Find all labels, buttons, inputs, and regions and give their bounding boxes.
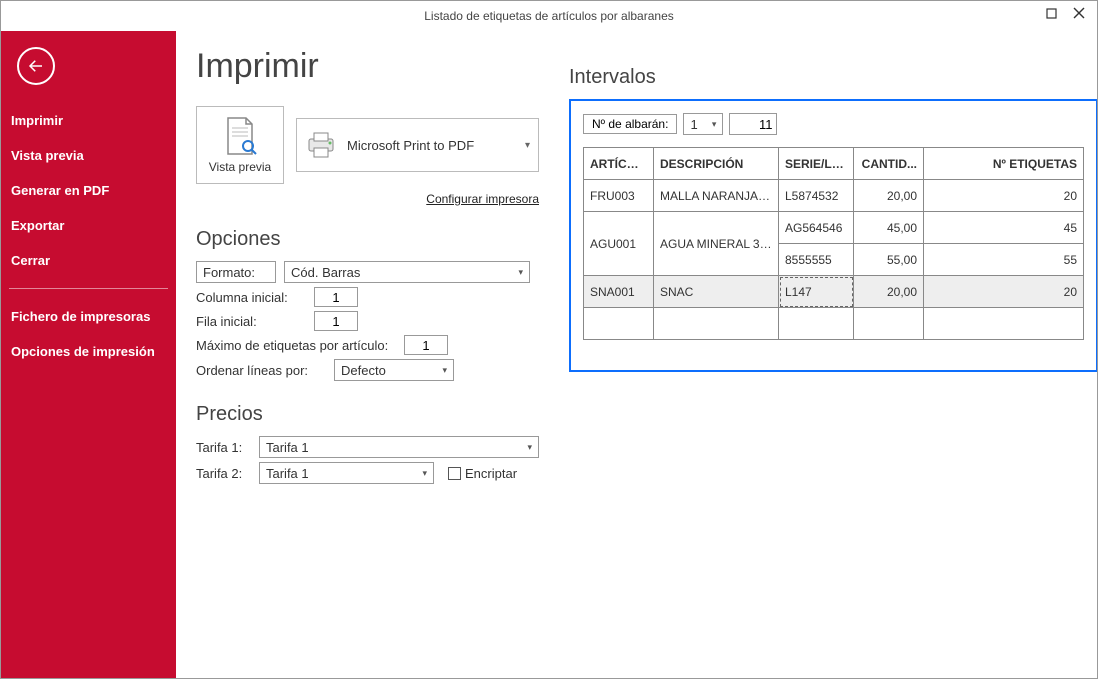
cell-serie[interactable]: 8555555: [779, 244, 854, 276]
fila-inicial-label: Fila inicial:: [196, 314, 306, 329]
table-row[interactable]: SNA001SNACL14720,0020: [584, 276, 1084, 308]
close-button[interactable]: [1065, 1, 1093, 25]
cell-descripcion[interactable]: AGUA MINERAL 34cl: [654, 212, 779, 276]
col-inicial-input[interactable]: [314, 287, 358, 307]
intervalos-heading: Intervalos: [569, 66, 1097, 89]
encriptar-checkbox[interactable]: [448, 467, 461, 480]
col-serie[interactable]: SERIE/LOTE: [779, 148, 854, 180]
col-cantidad[interactable]: CANTID...: [854, 148, 924, 180]
table-header-row: ARTÍCULO DESCRIPCIÓN SERIE/LOTE CANTID..…: [584, 148, 1084, 180]
col-articulo[interactable]: ARTÍCULO: [584, 148, 654, 180]
tarifa1-label: Tarifa 1:: [196, 440, 251, 455]
cell-serie[interactable]: L147: [779, 276, 854, 308]
cell-articulo[interactable]: SNA001: [584, 276, 654, 308]
cell-cantidad[interactable]: 45,00: [854, 212, 924, 244]
formato-label-box: Formato:: [196, 261, 276, 283]
max-etiquetas-input[interactable]: [404, 335, 448, 355]
cell-articulo[interactable]: AGU001: [584, 212, 654, 276]
sidebar-item-exportar[interactable]: Exportar: [1, 208, 176, 243]
table-filler: [584, 308, 1084, 340]
tarifa1-select[interactable]: Tarifa 1▾: [259, 436, 539, 458]
sidebar-item-imprimir[interactable]: Imprimir: [1, 103, 176, 138]
encriptar-checkbox-wrap[interactable]: Encriptar: [448, 466, 517, 481]
table-row[interactable]: FRU003MALLA NARANJAS ...L587453220,0020: [584, 180, 1084, 212]
cell-etiquetas[interactable]: 20: [924, 180, 1084, 212]
config-printer-link[interactable]: Configurar impresora: [196, 192, 539, 206]
chevron-down-icon: ▾: [704, 119, 717, 130]
col-etiquetas[interactable]: Nº ETIQUETAS: [924, 148, 1084, 180]
cell-etiquetas[interactable]: 20: [924, 276, 1084, 308]
sidebar-item-opciones-impresion[interactable]: Opciones de impresión: [1, 334, 176, 369]
albaran-button[interactable]: Nº de albarán:: [583, 114, 677, 134]
cell-serie[interactable]: L5874532: [779, 180, 854, 212]
chevron-down-icon: ▾: [525, 140, 530, 151]
ordenar-label: Ordenar líneas por:: [196, 363, 326, 378]
cell-descripcion[interactable]: MALLA NARANJAS ...: [654, 180, 779, 212]
chevron-down-icon: ▾: [519, 442, 532, 453]
printer-name: Microsoft Print to PDF: [347, 138, 474, 153]
cell-articulo[interactable]: FRU003: [584, 180, 654, 212]
cell-cantidad[interactable]: 20,00: [854, 276, 924, 308]
document-preview-icon: [222, 116, 258, 156]
cell-cantidad[interactable]: 20,00: [854, 180, 924, 212]
albaran-from-select[interactable]: 1▾: [683, 113, 723, 135]
encriptar-label: Encriptar: [465, 466, 517, 481]
sidebar-item-cerrar[interactable]: Cerrar: [1, 243, 176, 278]
formato-select[interactable]: Cód. Barras▾: [284, 261, 530, 283]
articulos-table[interactable]: ARTÍCULO DESCRIPCIÓN SERIE/LOTE CANTID..…: [583, 147, 1084, 340]
cell-descripcion[interactable]: SNAC: [654, 276, 779, 308]
sidebar-separator: [9, 288, 168, 289]
chevron-down-icon: ▾: [414, 468, 427, 479]
back-button[interactable]: [17, 47, 55, 85]
maximize-button[interactable]: [1037, 1, 1065, 25]
sidebar-item-generar-pdf[interactable]: Generar en PDF: [1, 173, 176, 208]
tarifa2-label: Tarifa 2:: [196, 466, 251, 481]
sidebar: Imprimir Vista previa Generar en PDF Exp…: [1, 31, 176, 678]
table-row[interactable]: AGU001AGUA MINERAL 34clAG56454645,0045: [584, 212, 1084, 244]
fila-inicial-input[interactable]: [314, 311, 358, 331]
cell-etiquetas[interactable]: 55: [924, 244, 1084, 276]
intervalos-panel: Nº de albarán: 1▾ ARTÍCULO DESCRIPCIÓN S…: [569, 99, 1097, 372]
tarifa2-select[interactable]: Tarifa 1▾: [259, 462, 434, 484]
app-window: Listado de etiquetas de artículos por al…: [0, 0, 1098, 679]
cell-serie[interactable]: AG564546: [779, 212, 854, 244]
col-inicial-label: Columna inicial:: [196, 290, 306, 305]
sidebar-item-fichero-impresoras[interactable]: Fichero de impresoras: [1, 299, 176, 334]
chevron-down-icon: ▾: [510, 267, 523, 278]
main-content: Imprimir Vista previa: [176, 31, 1097, 678]
precios-heading: Precios: [196, 403, 539, 426]
cell-cantidad[interactable]: 55,00: [854, 244, 924, 276]
albaran-to-input[interactable]: [729, 113, 777, 135]
vista-previa-label: Vista previa: [209, 160, 271, 174]
printer-icon: [305, 131, 337, 159]
vista-previa-button[interactable]: Vista previa: [196, 106, 284, 184]
chevron-down-icon: ▾: [434, 365, 447, 376]
ordenar-select[interactable]: Defecto▾: [334, 359, 454, 381]
window-controls: [1037, 1, 1093, 25]
printer-select[interactable]: Microsoft Print to PDF ▾: [296, 118, 539, 172]
window-title: Listado de etiquetas de artículos por al…: [424, 9, 674, 23]
sidebar-item-vista-previa[interactable]: Vista previa: [1, 138, 176, 173]
titlebar: Listado de etiquetas de artículos por al…: [1, 1, 1097, 31]
cell-etiquetas[interactable]: 45: [924, 212, 1084, 244]
opciones-heading: Opciones: [196, 228, 539, 251]
col-descripcion[interactable]: DESCRIPCIÓN: [654, 148, 779, 180]
max-etiquetas-label: Máximo de etiquetas por artículo:: [196, 338, 396, 353]
formato-label: Formato:: [203, 265, 255, 280]
